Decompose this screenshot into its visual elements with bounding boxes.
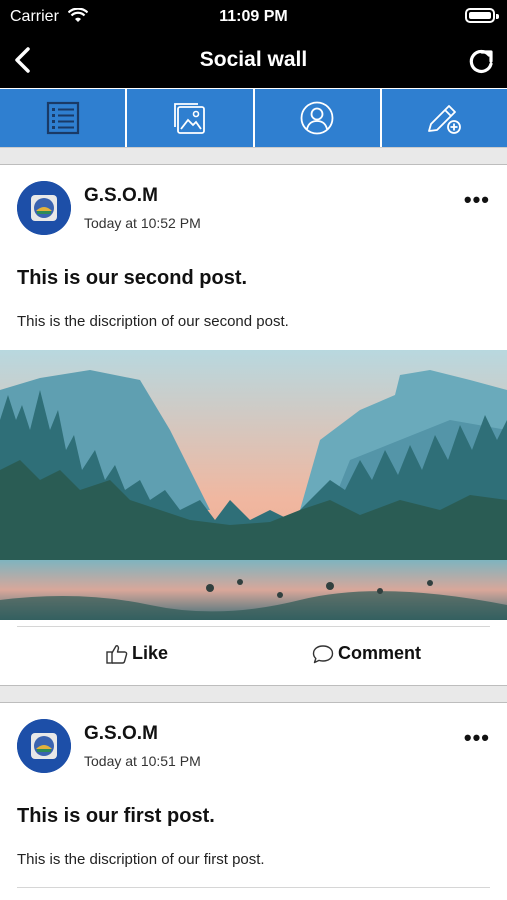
comment-label: Comment <box>338 643 422 663</box>
org-logo-icon <box>17 719 71 773</box>
thumbs-up-icon <box>106 644 128 664</box>
org-logo-icon <box>17 181 71 235</box>
post-image[interactable] <box>0 350 507 620</box>
tab-profile[interactable] <box>254 89 382 147</box>
tab-gallery[interactable] <box>127 89 255 147</box>
post-separator <box>0 685 507 703</box>
post-timestamp: Today at 10:52 PM <box>84 215 201 231</box>
post-card: G.S.O.M Today at 10:52 PM ••• This is ou… <box>0 165 507 685</box>
tab-feed[interactable] <box>0 89 128 147</box>
status-bar: Carrier 11:09 PM <box>0 0 507 34</box>
post-divider <box>17 887 490 888</box>
navigation-bar: Social wall <box>0 34 507 88</box>
refresh-icon <box>469 49 493 74</box>
compose-pencil-icon <box>428 105 462 134</box>
tab-bar <box>0 89 507 147</box>
like-label: Like <box>132 643 169 663</box>
comment-button[interactable]: Comment <box>312 643 421 664</box>
post-timestamp: Today at 10:51 PM <box>84 753 201 769</box>
post-author[interactable]: G.S.O.M <box>84 185 158 207</box>
post-description: This is the discription of our second po… <box>17 313 289 330</box>
like-button[interactable]: Like <box>106 643 168 664</box>
tab-compose[interactable] <box>381 89 507 147</box>
image-gallery-icon <box>173 103 205 134</box>
more-options-button[interactable]: ••• <box>464 725 490 751</box>
post-divider <box>17 626 490 627</box>
speech-bubble-icon <box>312 644 334 663</box>
list-icon <box>46 101 79 135</box>
page-title: Social wall <box>199 48 308 71</box>
avatar[interactable] <box>17 719 71 773</box>
landscape-photo <box>0 350 507 620</box>
post-description: This is the discription of our first pos… <box>17 851 265 868</box>
status-time: 11:09 PM <box>219 8 288 25</box>
section-separator <box>0 147 507 165</box>
battery-icon <box>465 8 499 23</box>
post-title: This is our first post. <box>17 805 215 827</box>
refresh-button[interactable] <box>467 44 495 76</box>
top-bar: Carrier 11:09 PM Social wall <box>0 0 507 88</box>
more-options-button[interactable]: ••• <box>464 187 490 213</box>
post-card: G.S.O.M Today at 10:51 PM ••• This is ou… <box>0 703 507 900</box>
post-title: This is our second post. <box>17 267 248 289</box>
avatar[interactable] <box>17 181 71 235</box>
post-author[interactable]: G.S.O.M <box>84 723 158 745</box>
user-profile-icon <box>300 101 334 135</box>
